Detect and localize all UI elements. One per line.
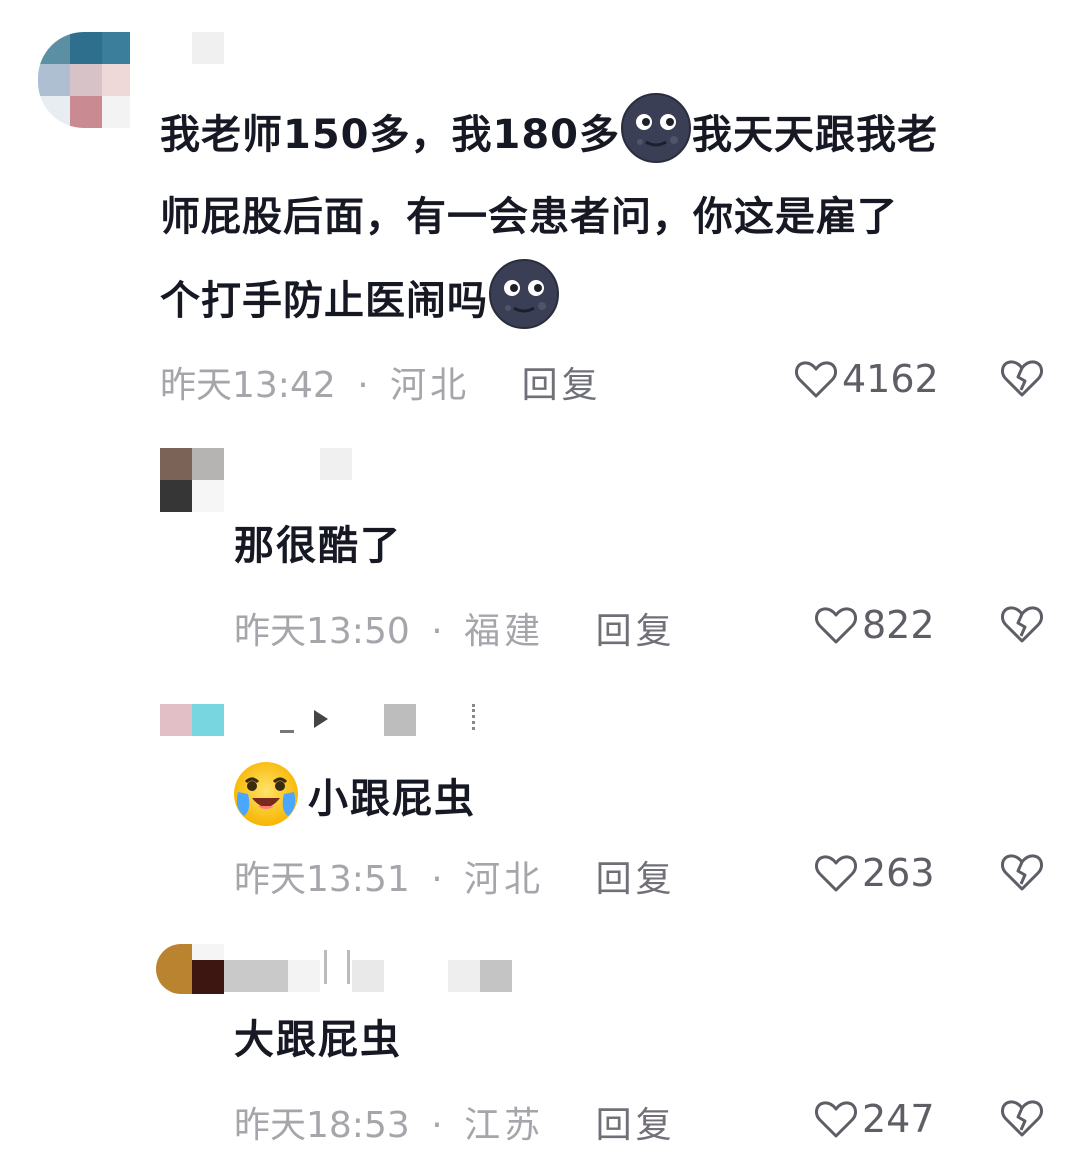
dislike-button[interactable] — [1000, 852, 1044, 896]
username[interactable] — [192, 32, 224, 64]
timestamp: 昨天18:53 — [234, 1105, 410, 1146]
dislike-button[interactable] — [1000, 1098, 1044, 1142]
timestamp: 昨天13:51 — [234, 859, 410, 900]
avatar[interactable] — [38, 32, 130, 128]
comment-meta: 昨天13:50 · 福建 回复 — [234, 602, 676, 654]
heart-icon — [815, 1101, 857, 1138]
timestamp: 昨天13:42 — [160, 365, 336, 406]
comment-text: 我老师150多，我180多 我天天跟我老 师屁股后面，有一会患者问，你这是雇了 个… — [160, 92, 1050, 342]
separator: · — [431, 611, 443, 652]
like-count: 4162 — [842, 357, 939, 401]
comment-text-line: 师屁股后面，有一会患者问，你这是雇了 — [160, 194, 898, 240]
comment-meta: 昨天13:42 · 河北 回复 — [160, 356, 602, 408]
location: 江苏 — [464, 1105, 545, 1146]
location: 河北 — [390, 365, 471, 406]
broken-heart-icon — [1001, 1100, 1043, 1137]
location: 河北 — [464, 859, 545, 900]
crying-face-icon — [230, 758, 302, 830]
comment-meta: 昨天13:51 · 河北 回复 — [234, 850, 676, 902]
heart-icon — [815, 607, 857, 644]
reply-button[interactable]: 回复 — [522, 365, 602, 406]
comment-text-part: 我老师150多，我180多 — [160, 112, 620, 158]
username[interactable] — [270, 700, 490, 740]
dislike-button[interactable] — [1000, 358, 1044, 402]
like-count: 247 — [862, 1097, 935, 1141]
broken-heart-icon — [1001, 606, 1043, 643]
avatar[interactable] — [160, 448, 224, 512]
like-count: 822 — [862, 603, 935, 647]
heart-icon — [815, 855, 857, 892]
like-button[interactable]: 247 — [814, 1096, 935, 1142]
like-count: 263 — [862, 851, 935, 895]
dislike-button[interactable] — [1000, 604, 1044, 648]
broken-heart-icon — [1001, 854, 1043, 891]
broken-heart-icon — [1001, 360, 1043, 397]
avatar[interactable] — [156, 944, 224, 994]
like-button[interactable]: 4162 — [794, 356, 939, 402]
comment-text-part: 小跟屁虫 — [308, 776, 476, 822]
comment-meta: 昨天18:53 · 江苏 回复 — [234, 1096, 676, 1148]
heart-icon — [795, 361, 837, 398]
comment-text-line: 个打手防止医闹吗 — [160, 278, 488, 324]
username[interactable] — [320, 448, 352, 480]
location: 福建 — [464, 611, 545, 652]
new-moon-face-icon — [488, 258, 560, 330]
comment-text: 大跟屁虫 — [234, 1017, 402, 1063]
reply-button[interactable]: 回复 — [596, 611, 676, 652]
comment-text: 那很酷了 — [234, 523, 402, 569]
comment-text-part: 我天天跟我老 — [692, 112, 938, 158]
comment-text: 小跟屁虫 — [230, 758, 476, 830]
avatar[interactable] — [160, 704, 224, 736]
reply-button[interactable]: 回复 — [596, 1105, 676, 1146]
username[interactable] — [224, 944, 524, 994]
timestamp: 昨天13:50 — [234, 611, 410, 652]
separator: · — [357, 365, 369, 406]
new-moon-face-icon — [620, 92, 692, 164]
separator: · — [431, 859, 443, 900]
separator: · — [431, 1105, 443, 1146]
like-button[interactable]: 263 — [814, 850, 935, 896]
reply-button[interactable]: 回复 — [596, 859, 676, 900]
like-button[interactable]: 822 — [814, 602, 935, 648]
